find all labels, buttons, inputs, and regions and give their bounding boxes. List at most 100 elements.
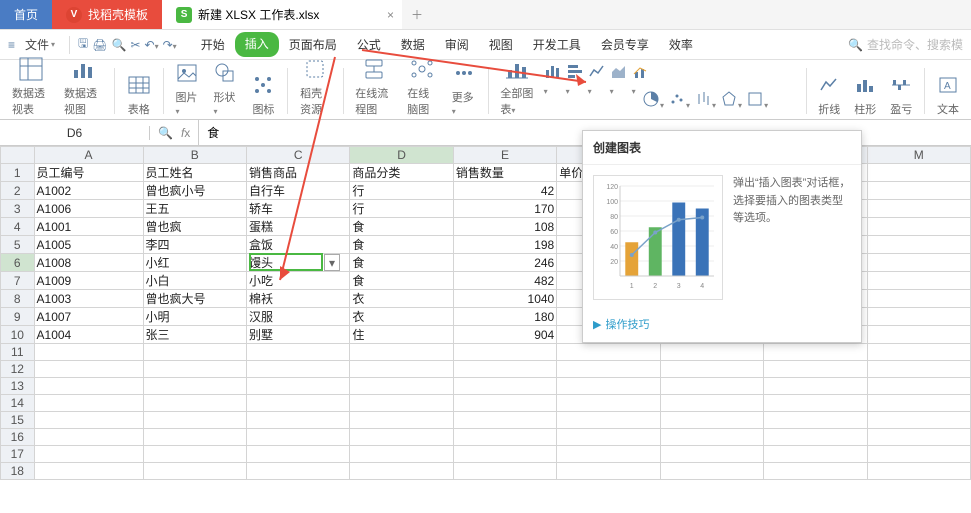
stock-chart-icon[interactable]: ▾ bbox=[694, 90, 716, 111]
cell[interactable]: A1001 bbox=[34, 218, 143, 236]
col-header-E[interactable]: E bbox=[453, 147, 556, 164]
cut-icon[interactable]: ✂ bbox=[130, 38, 140, 52]
cell[interactable]: 张三 bbox=[143, 326, 246, 344]
cell[interactable]: 别墅 bbox=[246, 326, 349, 344]
ribbon-tab-1[interactable]: 插入 bbox=[235, 32, 279, 57]
row-header-17[interactable]: 17 bbox=[1, 446, 35, 463]
cell[interactable]: 住 bbox=[350, 326, 453, 344]
header-cell[interactable]: 销售数量 bbox=[453, 164, 556, 182]
cell[interactable]: 行 bbox=[350, 200, 453, 218]
cell[interactable]: A1004 bbox=[34, 326, 143, 344]
app-menu-icon[interactable]: ≡ bbox=[8, 38, 15, 52]
cell[interactable]: A1007 bbox=[34, 308, 143, 326]
cell[interactable]: A1005 bbox=[34, 236, 143, 254]
cell[interactable]: 汉服 bbox=[246, 308, 349, 326]
cell[interactable]: 198 bbox=[453, 236, 556, 254]
cell[interactable]: 曾也疯 bbox=[143, 218, 246, 236]
tab-home[interactable]: 首页 bbox=[0, 0, 52, 29]
dao-resource-button[interactable]: 稻壳资源 bbox=[296, 55, 334, 117]
file-menu[interactable]: 文件 ▾ bbox=[19, 34, 61, 55]
fx-icon[interactable]: fx bbox=[181, 126, 190, 140]
sparkline-line-button[interactable]: 折线 bbox=[814, 71, 844, 117]
redo-icon[interactable]: ↷▾ bbox=[163, 38, 177, 52]
row-header-9[interactable]: 9 bbox=[1, 308, 35, 326]
row-header-10[interactable]: 10 bbox=[1, 326, 35, 344]
cell[interactable]: 衣 bbox=[350, 308, 453, 326]
cell[interactable]: 食 bbox=[350, 236, 453, 254]
pivot-table-button[interactable]: 数据透视表 bbox=[8, 55, 54, 117]
line-chart-icon[interactable]: ▾ bbox=[588, 62, 606, 97]
row-header-16[interactable]: 16 bbox=[1, 429, 35, 446]
ribbon-tab-6[interactable]: 视图 bbox=[479, 32, 523, 57]
row-header-4[interactable]: 4 bbox=[1, 218, 35, 236]
misc-chart-icon[interactable]: ▾ bbox=[746, 90, 768, 111]
row-header-8[interactable]: 8 bbox=[1, 290, 35, 308]
cell[interactable]: 小明 bbox=[143, 308, 246, 326]
cell[interactable]: 482 bbox=[453, 272, 556, 290]
row-header-1[interactable]: 1 bbox=[1, 164, 35, 182]
cell[interactable]: 108 bbox=[453, 218, 556, 236]
col-header-M[interactable]: M bbox=[867, 147, 971, 164]
cell[interactable]: A1008 bbox=[34, 254, 143, 272]
cell[interactable]: 170 bbox=[453, 200, 556, 218]
col-header-B[interactable]: B bbox=[143, 147, 246, 164]
print-icon[interactable]: 🖨 bbox=[92, 38, 107, 52]
tab-templates[interactable]: V 找稻壳模板 bbox=[52, 0, 162, 29]
scatter-chart-icon[interactable]: ▾ bbox=[668, 90, 690, 111]
cell[interactable]: A1006 bbox=[34, 200, 143, 218]
online-mind-button[interactable]: 在线脑图 bbox=[403, 55, 441, 117]
ribbon-tab-9[interactable]: 效率 bbox=[659, 32, 703, 57]
col-header-D[interactable]: D bbox=[350, 147, 453, 164]
cell[interactable]: 行 bbox=[350, 182, 453, 200]
pivot-chart-button[interactable]: 数据透视图 bbox=[60, 55, 106, 117]
tab-current-file[interactable]: S 新建 XLSX 工作表.xlsx × bbox=[162, 0, 402, 29]
pie-chart-icon[interactable]: ▾ bbox=[642, 90, 664, 111]
command-search[interactable]: 🔍 查找命令、搜索模 bbox=[848, 36, 963, 53]
all-charts-button[interactable]: 全部图表▾ bbox=[496, 55, 537, 117]
sparkline-column-button[interactable]: 柱形 bbox=[850, 71, 880, 117]
cell[interactable]: 棉袄 bbox=[246, 290, 349, 308]
preview-icon[interactable]: 🔍 bbox=[112, 38, 127, 52]
select-all-corner[interactable] bbox=[1, 147, 35, 164]
cell[interactable]: 王五 bbox=[143, 200, 246, 218]
cell[interactable]: 食 bbox=[350, 254, 453, 272]
cell[interactable]: 李四 bbox=[143, 236, 246, 254]
cell[interactable]: 轿车 bbox=[246, 200, 349, 218]
row-header-6[interactable]: 6 bbox=[1, 254, 35, 272]
cell[interactable]: 小吃 bbox=[246, 272, 349, 290]
row-header-3[interactable]: 3 bbox=[1, 200, 35, 218]
cell[interactable]: A1003 bbox=[34, 290, 143, 308]
ribbon-tab-4[interactable]: 数据 bbox=[391, 32, 435, 57]
header-cell[interactable]: 员工姓名 bbox=[143, 164, 246, 182]
picture-button[interactable]: 图片▾ bbox=[171, 59, 203, 117]
col-header-C[interactable]: C bbox=[246, 147, 349, 164]
radar-chart-icon[interactable]: ▾ bbox=[720, 90, 742, 111]
cell[interactable]: 180 bbox=[453, 308, 556, 326]
cell[interactable]: 曾也疯大号 bbox=[143, 290, 246, 308]
row-header-15[interactable]: 15 bbox=[1, 412, 35, 429]
row-header-7[interactable]: 7 bbox=[1, 272, 35, 290]
col-header-A[interactable]: A bbox=[34, 147, 143, 164]
undo-icon[interactable]: ↶▾ bbox=[145, 38, 159, 52]
cell[interactable]: 42 bbox=[453, 182, 556, 200]
ribbon-tab-3[interactable]: 公式 bbox=[347, 32, 391, 57]
row-header-13[interactable]: 13 bbox=[1, 378, 35, 395]
ribbon-tab-0[interactable]: 开始 bbox=[191, 32, 235, 57]
header-cell[interactable]: 商品分类 bbox=[350, 164, 453, 182]
cell[interactable]: A1002 bbox=[34, 182, 143, 200]
cell[interactable]: 904 bbox=[453, 326, 556, 344]
ribbon-tab-2[interactable]: 页面布局 bbox=[279, 32, 347, 57]
ribbon-tab-8[interactable]: 会员专享 bbox=[591, 32, 659, 57]
row-header-5[interactable]: 5 bbox=[1, 236, 35, 254]
row-header-11[interactable]: 11 bbox=[1, 344, 35, 361]
row-header-12[interactable]: 12 bbox=[1, 361, 35, 378]
ribbon-tab-5[interactable]: 审阅 bbox=[435, 32, 479, 57]
cell[interactable]: 蛋糕 bbox=[246, 218, 349, 236]
cell[interactable]: 食 bbox=[350, 272, 453, 290]
more-button[interactable]: 更多▾ bbox=[448, 59, 480, 117]
row-header-18[interactable]: 18 bbox=[1, 463, 35, 480]
online-flow-button[interactable]: 在线流程图 bbox=[351, 55, 397, 117]
bar-chart-small-icon[interactable]: ▾ bbox=[566, 62, 584, 97]
header-cell[interactable]: 员工编号 bbox=[34, 164, 143, 182]
cell-dropdown-button[interactable]: ▾ bbox=[324, 254, 340, 271]
